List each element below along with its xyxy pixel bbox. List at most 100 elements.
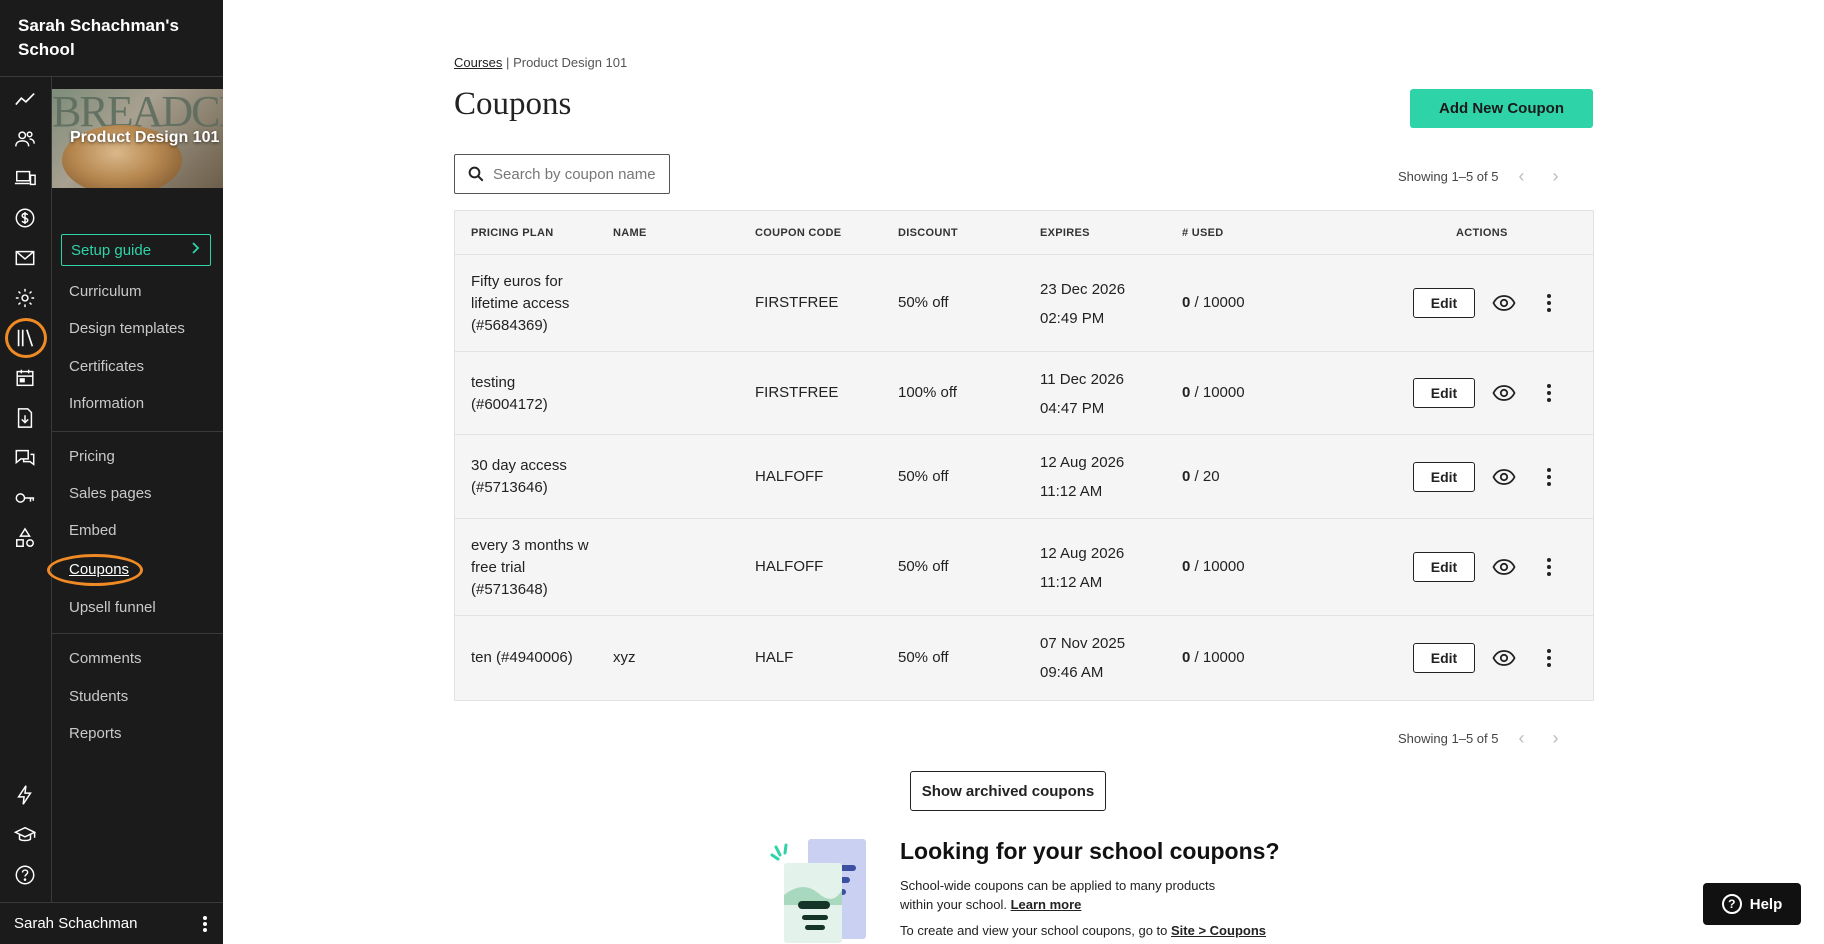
stats-icon[interactable] (11, 86, 39, 114)
promo-instruction: To create and view your school coupons, … (900, 923, 1168, 938)
dollar-icon[interactable] (11, 204, 39, 232)
edit-button[interactable]: Edit (1413, 643, 1475, 673)
help-button[interactable]: ? Help (1703, 883, 1801, 925)
course-thumbnail[interactable]: BREADCIPES Product Design 101 (52, 89, 223, 188)
header-used: # USED (1182, 227, 1224, 239)
help-circle-icon[interactable] (11, 861, 39, 889)
pagination-label: Showing 1–5 of 5 (1398, 730, 1499, 746)
more-options-icon[interactable] (1539, 554, 1559, 580)
download-icon[interactable] (11, 404, 39, 432)
pagination-bottom: Showing 1–5 of 5 ‹ › (1398, 727, 1566, 749)
next-page-icon[interactable]: › (1544, 165, 1566, 187)
more-options-icon[interactable] (1539, 645, 1559, 671)
promo-title: Looking for your school coupons? (900, 838, 1280, 864)
nav-embed[interactable]: Embed (69, 522, 117, 539)
prev-page-icon[interactable]: ‹ (1510, 727, 1532, 749)
sidebar-divider (52, 633, 223, 634)
user-menu-icon[interactable] (197, 913, 213, 935)
course-title: Product Design 101 (70, 129, 220, 146)
icon-rail (0, 0, 52, 944)
next-page-icon[interactable]: › (1544, 727, 1566, 749)
table-row: 30 day access (#5713646) HALFOFF 50% off… (455, 435, 1593, 519)
nav-information[interactable]: Information (69, 395, 144, 412)
cell-expires: 07 Nov 2025 09:46 AM (1040, 629, 1125, 687)
users-icon[interactable] (11, 125, 39, 153)
edit-button[interactable]: Edit (1413, 288, 1475, 318)
eye-icon[interactable] (1491, 645, 1517, 671)
cell-pricing-plan: ten (#4940006) (471, 649, 573, 666)
mail-icon[interactable] (11, 244, 39, 272)
more-options-icon[interactable] (1539, 290, 1559, 316)
eye-icon[interactable] (1491, 464, 1517, 490)
nav-pricing[interactable]: Pricing (69, 448, 115, 465)
used-limit: / 10000 (1190, 384, 1245, 401)
key-icon[interactable] (11, 484, 39, 512)
nav-certificates[interactable]: Certificates (69, 358, 144, 375)
search-box[interactable] (454, 154, 670, 194)
nav-reports[interactable]: Reports (69, 725, 122, 742)
cell-expires: 12 Aug 2026 11:12 AM (1040, 448, 1124, 506)
pagination-label: Showing 1–5 of 5 (1398, 168, 1499, 184)
expires-time: 04:47 PM (1040, 400, 1105, 417)
nav-design-templates[interactable]: Design templates (69, 320, 185, 337)
used-limit: / 20 (1190, 468, 1220, 485)
cell-coupon-code: HALFOFF (755, 558, 824, 575)
show-archived-coupons-button[interactable]: Show archived coupons (910, 771, 1106, 811)
school-name[interactable]: Sarah Schachman's School (0, 0, 223, 77)
more-options-icon[interactable] (1539, 464, 1559, 490)
coupons-illustration (770, 839, 866, 943)
cell-used: 0 / 10000 (1182, 292, 1245, 314)
setup-guide-button[interactable]: Setup guide (61, 234, 211, 266)
header-actions: ACTIONS (1456, 227, 1508, 239)
expires-date: 12 Aug 2026 (1040, 454, 1125, 471)
calendar-icon[interactable] (11, 364, 39, 392)
nav-comments[interactable]: Comments (69, 650, 142, 667)
expires-date: 07 Nov 2025 (1040, 635, 1126, 652)
promo-text-secondary: To create and view your school coupons, … (900, 923, 1266, 938)
cell-expires: 12 Aug 2026 11:12 AM (1040, 539, 1124, 597)
pagination-top: Showing 1–5 of 5 ‹ › (1398, 165, 1566, 187)
table-row: ten (#4940006) xyz HALF 50% off 07 Nov 2… (455, 616, 1593, 700)
lightning-icon[interactable] (11, 781, 39, 809)
eye-icon[interactable] (1491, 380, 1517, 406)
cell-pricing-plan: every 3 months w free trial (#5713648) (471, 537, 589, 598)
expires-date: 23 Dec 2026 (1040, 281, 1126, 298)
cell-used: 0 / 10000 (1182, 382, 1245, 404)
shapes-icon[interactable] (11, 524, 39, 552)
expires-time: 02:49 PM (1040, 310, 1105, 327)
devices-icon[interactable] (11, 164, 39, 192)
chat-icon[interactable] (11, 444, 39, 472)
used-limit: / 10000 (1190, 294, 1245, 311)
breadcrumb-separator: | (506, 55, 510, 70)
site-coupons-link[interactable]: Site > Coupons (1171, 923, 1266, 938)
nav-curriculum[interactable]: Curriculum (69, 283, 142, 300)
cell-name: xyz (613, 649, 636, 666)
header-expires: EXPIRES (1040, 227, 1090, 239)
user-name: Sarah Schachman (14, 915, 138, 932)
nav-sales-pages[interactable]: Sales pages (69, 485, 152, 502)
more-options-icon[interactable] (1539, 380, 1559, 406)
eye-icon[interactable] (1491, 554, 1517, 580)
nav-upsell-funnel[interactable]: Upsell funnel (69, 599, 156, 616)
graduation-cap-icon[interactable] (11, 821, 39, 849)
search-input[interactable] (493, 165, 658, 183)
coupons-highlight-ring (47, 554, 143, 586)
add-new-coupon-button[interactable]: Add New Coupon (1410, 89, 1593, 128)
cell-used: 0 / 10000 (1182, 647, 1245, 669)
user-bar[interactable]: Sarah Schachman (0, 902, 223, 944)
library-highlight-ring (5, 318, 47, 358)
cell-pricing-plan: testing (#6004172) (471, 374, 548, 413)
edit-button[interactable]: Edit (1413, 462, 1475, 492)
edit-button[interactable]: Edit (1413, 378, 1475, 408)
prev-page-icon[interactable]: ‹ (1510, 165, 1532, 187)
used-limit: / 10000 (1190, 558, 1245, 575)
chevron-right-icon (191, 241, 201, 259)
cell-coupon-code: FIRSTFREE (755, 384, 839, 401)
learn-more-link[interactable]: Learn more (1011, 897, 1082, 912)
table-row: testing (#6004172) FIRSTFREE 100% off 11… (455, 352, 1593, 435)
nav-students[interactable]: Students (69, 688, 128, 705)
gear-icon[interactable] (11, 284, 39, 312)
eye-icon[interactable] (1491, 290, 1517, 316)
breadcrumb-courses-link[interactable]: Courses (454, 55, 502, 70)
edit-button[interactable]: Edit (1413, 552, 1475, 582)
